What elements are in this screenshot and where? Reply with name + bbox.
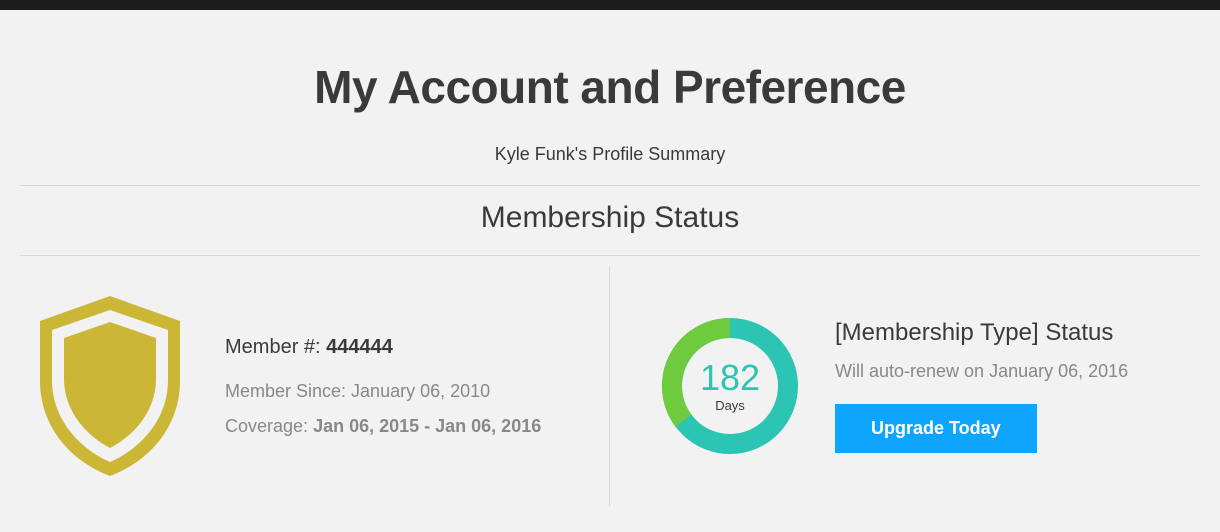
page-subtitle: Kyle Funk's Profile Summary	[20, 144, 1200, 165]
days-unit: Days	[715, 398, 745, 413]
coverage-label: Coverage:	[225, 416, 313, 436]
member-number-row: Member #: 444444	[225, 336, 541, 359]
upgrade-button[interactable]: Upgrade Today	[835, 404, 1037, 453]
days-value: 182	[700, 360, 760, 396]
member-since-label: Member Since:	[225, 381, 351, 401]
days-gauge: 182 Days	[650, 311, 810, 461]
divider	[20, 255, 1200, 256]
page-title: My Account and Preference	[20, 60, 1200, 114]
status-type-title: [Membership Type] Status	[835, 319, 1128, 347]
member-info: Member #: 444444 Member Since: January 0…	[200, 336, 561, 437]
coverage-value: Jan 06, 2015 - Jan 06, 2016	[313, 416, 541, 436]
status-info: [Membership Type] Status Will auto-renew…	[810, 319, 1128, 453]
divider	[20, 185, 1200, 186]
member-panel: Member #: 444444 Member Since: January 0…	[20, 266, 610, 506]
top-bar	[0, 0, 1220, 10]
status-panel: 182 Days [Membership Type] Status Will a…	[610, 266, 1200, 506]
coverage-row: Coverage: Jan 06, 2015 - Jan 06, 2016	[225, 416, 541, 437]
member-since-row: Member Since: January 06, 2010	[225, 381, 541, 402]
shield-icon	[20, 286, 200, 486]
member-since-value: January 06, 2010	[351, 381, 490, 401]
status-renew-text: Will auto-renew on January 06, 2016	[835, 361, 1128, 382]
member-number-value: 444444	[326, 336, 393, 358]
section-title: Membership Status	[20, 201, 1200, 235]
member-number-label: Member #:	[225, 336, 326, 358]
